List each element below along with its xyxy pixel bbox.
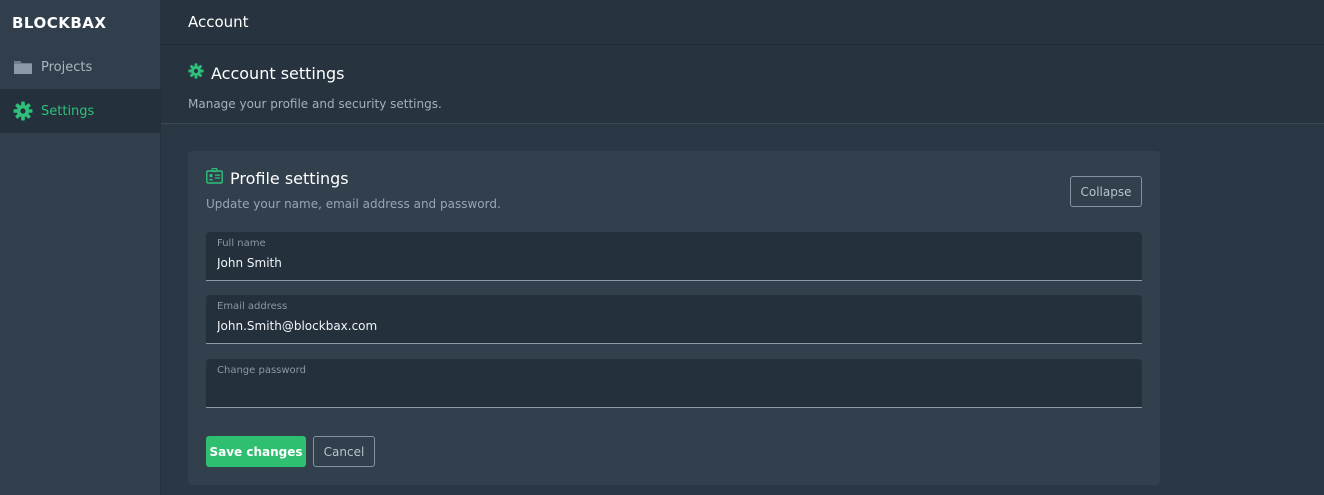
change-password-field[interactable]: Change password — [206, 359, 1142, 408]
password-input[interactable] — [217, 383, 1117, 397]
full-name-field[interactable]: Full name — [206, 232, 1142, 281]
card-subtitle: Update your name, email address and pass… — [206, 197, 501, 211]
field-label: Change password — [217, 365, 306, 376]
sidebar: BLOCKBAX Projects Settings — [0, 0, 161, 495]
brand-logo[interactable]: BLOCKBAX — [12, 9, 106, 37]
sidebar-item-projects[interactable]: Projects — [0, 45, 161, 89]
profile-settings-card: Profile settings Update your name, email… — [188, 151, 1160, 485]
app-window: BLOCKBAX Projects Settings Account Accou… — [0, 0, 1324, 495]
sidebar-item-settings[interactable]: Settings — [0, 89, 161, 133]
field-label: Full name — [217, 238, 266, 249]
topbar-title: Account — [188, 13, 249, 31]
page-title: Account settings — [211, 63, 345, 83]
full-name-input[interactable] — [217, 256, 1117, 270]
gear-icon — [188, 63, 204, 83]
card-title: Profile settings — [230, 168, 349, 188]
sidebar-item-label: Projects — [41, 59, 93, 75]
save-changes-button[interactable]: Save changes — [206, 436, 306, 467]
logo-text: BLOCKBAX — [12, 14, 107, 32]
gear-icon — [13, 101, 33, 121]
card-title-row: Profile settings — [206, 167, 349, 188]
email-input[interactable] — [217, 319, 1117, 333]
page-title-row: Account settings — [188, 63, 345, 83]
page-subtitle: Manage your profile and security setting… — [188, 97, 442, 111]
page-header: Account settings Manage your profile and… — [161, 45, 1324, 124]
sidebar-item-label: Settings — [41, 103, 95, 119]
id-card-icon — [206, 167, 223, 188]
field-label: Email address — [217, 301, 288, 312]
folder-icon — [13, 57, 33, 77]
topbar: Account — [161, 0, 1324, 45]
collapse-button[interactable]: Collapse — [1070, 176, 1142, 207]
cancel-button[interactable]: Cancel — [313, 436, 375, 467]
email-field[interactable]: Email address — [206, 295, 1142, 344]
